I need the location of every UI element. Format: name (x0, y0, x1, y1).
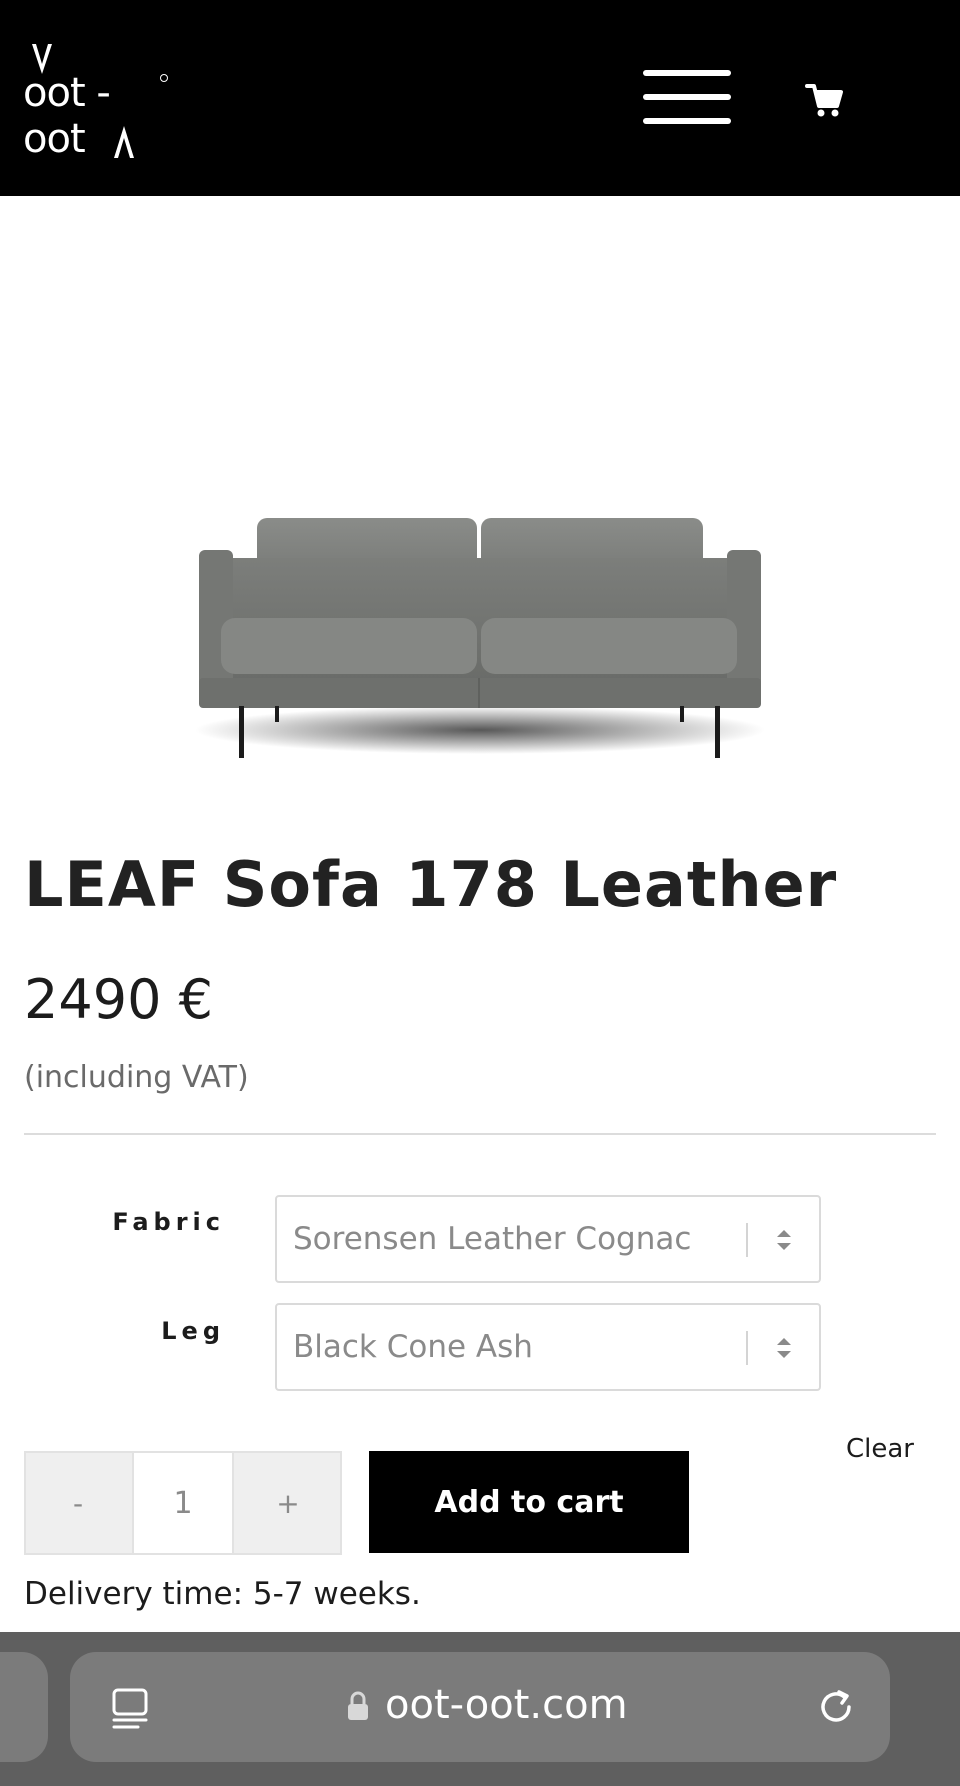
logo-wordmark: oot - oot (23, 70, 111, 162)
hamburger-menu-icon[interactable] (643, 70, 731, 130)
leg-label: Leg (161, 1317, 225, 1345)
leg-select[interactable]: Black Cone Ash (275, 1303, 821, 1391)
select-arrows-icon (777, 1338, 791, 1358)
delivery-time: Delivery time: 5-7 weeks. (24, 1576, 421, 1612)
divider (24, 1133, 936, 1135)
shopping-cart-icon[interactable] (805, 80, 845, 120)
product-title: LEAF Sofa 178 Leather (24, 848, 838, 921)
fabric-label: Fabric (112, 1208, 225, 1236)
select-separator (746, 1331, 748, 1365)
lock-icon (348, 1691, 368, 1720)
address-bar[interactable]: oot-oot.com (70, 1652, 890, 1762)
url-text: oot-oot.com (385, 1682, 628, 1728)
add-to-cart-button[interactable]: Add to cart (369, 1451, 689, 1553)
browser-toolbar: oot-oot.com (0, 1632, 960, 1786)
clear-selection-link[interactable]: Clear (846, 1434, 914, 1464)
product-image[interactable] (185, 500, 775, 780)
select-separator (746, 1223, 748, 1257)
select-arrows-icon (777, 1230, 791, 1250)
quantity-input[interactable]: 1 (132, 1453, 234, 1553)
site-header: oot - oot (0, 0, 960, 196)
product-price: 2490 € (24, 968, 213, 1031)
fabric-select-value: Sorensen Leather Cognac (293, 1221, 692, 1257)
quantity-stepper: - 1 + (24, 1451, 342, 1555)
fabric-select[interactable]: Sorensen Leather Cognac (275, 1195, 821, 1283)
quantity-decrease-button[interactable]: - (26, 1453, 130, 1553)
reload-icon[interactable] (815, 1686, 857, 1728)
previous-tab[interactable] (0, 1652, 48, 1762)
leg-select-value: Black Cone Ash (293, 1329, 533, 1365)
quantity-increase-button[interactable]: + (236, 1453, 340, 1553)
sofa-image (195, 518, 765, 758)
vat-note: (including VAT) (24, 1060, 249, 1095)
reader-mode-icon[interactable] (110, 1686, 150, 1730)
site-logo[interactable]: oot - oot (20, 38, 170, 162)
